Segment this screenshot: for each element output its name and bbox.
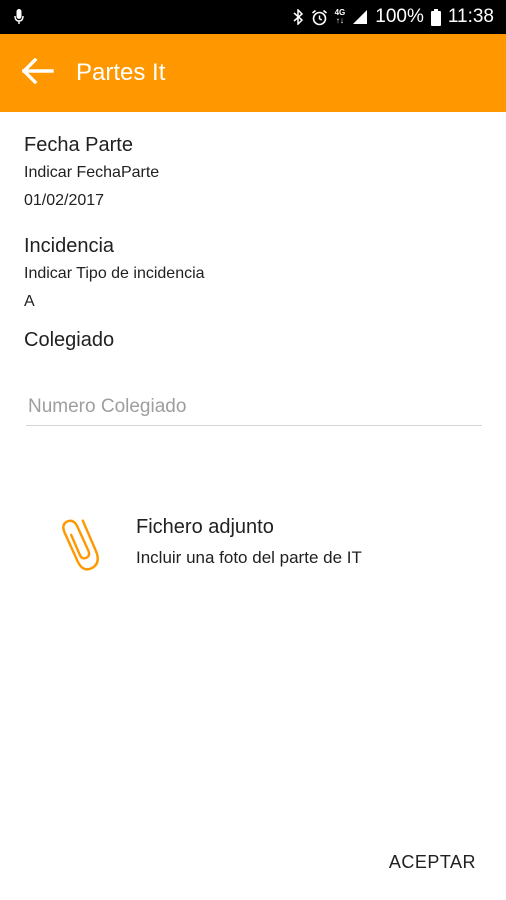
alarm-icon (311, 9, 328, 26)
incidencia-value[interactable]: A (24, 293, 35, 311)
bluetooth-icon (293, 9, 304, 25)
page-title: Partes It (76, 59, 166, 86)
attachment-subtitle: Incluir una foto del parte de IT (136, 548, 362, 567)
fecha-parte-hint: Indicar FechaParte (24, 164, 160, 181)
incidencia-hint: Indicar Tipo de incidencia (24, 265, 205, 282)
status-bar: 4G ↑↓ 100% 11:38 (0, 0, 506, 34)
battery-percent: 100% (375, 6, 424, 27)
signal-icon (352, 9, 368, 25)
attachment-title: Fichero adjunto (136, 516, 274, 538)
arrow-back-icon (21, 57, 54, 89)
colegiado-input-wrapper (26, 390, 482, 426)
back-button[interactable] (0, 34, 76, 112)
network-type-label: 4G ↑↓ (334, 8, 346, 25)
battery-icon (430, 8, 441, 26)
accept-button[interactable]: ACEPTAR (389, 852, 476, 873)
numero-colegiado-input[interactable] (26, 390, 482, 424)
fecha-parte-value[interactable]: 01/02/2017 (24, 192, 104, 210)
microphone-icon (14, 9, 24, 25)
incidencia-title: Incidencia (24, 235, 115, 257)
colegiado-title: Colegiado (24, 329, 115, 351)
attachment-item[interactable]: Fichero adjunto Incluir una foto del par… (0, 508, 506, 584)
clock-time: 11:38 (447, 6, 494, 27)
input-underline (26, 425, 482, 426)
paperclip-icon (60, 512, 104, 581)
fecha-parte-title: Fecha Parte (24, 134, 133, 156)
app-bar: Partes It (0, 34, 506, 112)
